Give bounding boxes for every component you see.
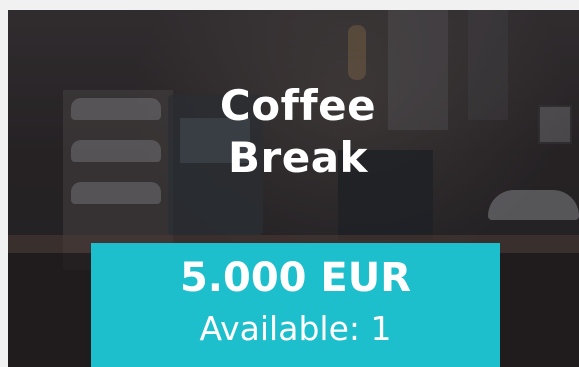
card-title-line: Coffee: [219, 81, 377, 130]
card-title-line: Break: [228, 133, 368, 182]
price-box[interactable]: 5.000 EUR Available: 1: [91, 243, 500, 367]
price-label: 5.000 EUR: [179, 255, 412, 301]
availability-label: Available: 1: [199, 309, 392, 348]
card-title: Coffee Break: [198, 80, 398, 184]
product-card[interactable]: Coffee Break 5.000 EUR Available: 1: [8, 10, 579, 367]
